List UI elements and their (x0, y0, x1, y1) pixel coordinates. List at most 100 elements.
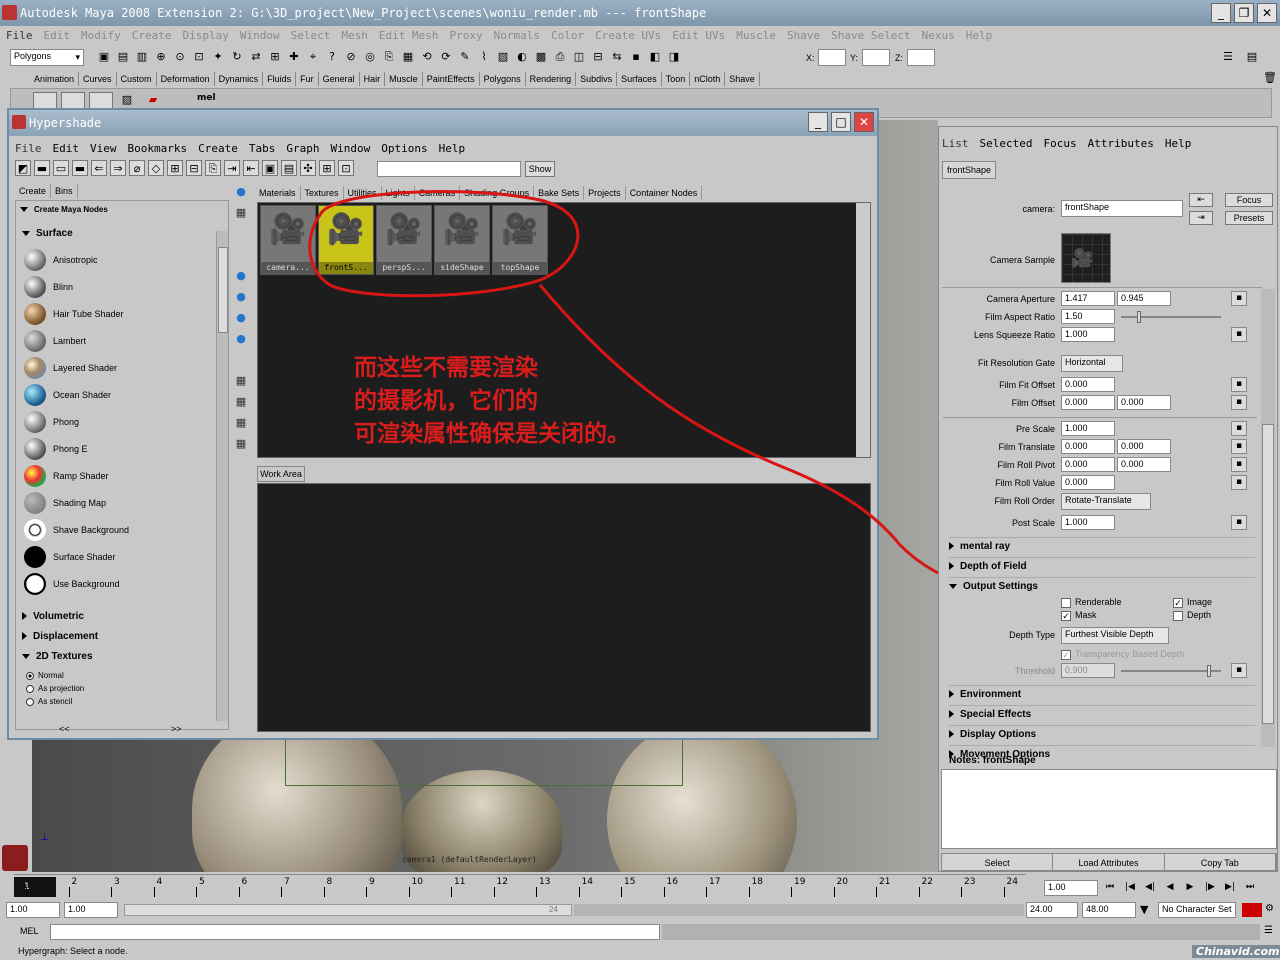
status-tool-icon[interactable]: ⌇ (476, 49, 492, 65)
hs-left-tab-bins[interactable]: Bins (51, 184, 78, 198)
map-button[interactable]: ▪ (1231, 475, 1247, 490)
chevron-down-icon[interactable]: ▼ (1140, 903, 1148, 916)
hs-tool-icon[interactable]: ⊞ (319, 160, 335, 176)
hs-tool-icon[interactable]: ◇ (148, 160, 164, 176)
map-button[interactable]: ▪ (1231, 291, 1247, 306)
hs-menu-item-3[interactable]: Bookmarks (128, 142, 188, 155)
mode-selector[interactable]: Polygons ▾ (10, 49, 84, 66)
show-button[interactable]: Show (525, 161, 555, 177)
attr-field[interactable]: 0.000 (1061, 439, 1115, 454)
map-button[interactable]: ▪ (1231, 395, 1247, 410)
preferences-icon[interactable]: ⚙ (1265, 903, 1274, 914)
transparency-depth-checkbox[interactable]: ✓ Transparency Based Depth (1061, 649, 1184, 660)
trash-icon[interactable]: 🗑 (1262, 70, 1278, 86)
volumetric-header[interactable]: Volumetric (22, 611, 84, 622)
surface-node-shave-background[interactable]: Shave Background (24, 516, 204, 543)
surface-node-surface-shader[interactable]: Surface Shader (24, 543, 204, 570)
channel-box-icon[interactable]: ☰ (1220, 49, 1236, 65)
menu-item-5[interactable]: Window (240, 29, 280, 42)
ae-menu-item-3[interactable]: Attributes (1088, 137, 1154, 150)
attr-field-2[interactable]: 0.000 (1117, 395, 1171, 410)
hs-tool-icon[interactable]: ▤ (281, 160, 297, 176)
side-strip-icon[interactable]: ● (233, 310, 249, 326)
section-environment[interactable]: Environment (949, 685, 1255, 703)
current-time-field[interactable]: 1.00 (1044, 880, 1098, 896)
playback-button-icon[interactable]: |◀ (1122, 879, 1138, 895)
shelf-tab-fur[interactable]: Fur (296, 72, 319, 86)
image-checkbox[interactable]: ✓ Image (1173, 597, 1212, 608)
camera-area-scrollbar[interactable] (856, 203, 870, 457)
camera-swatch-3[interactable]: 🎥 sideShape (434, 205, 490, 275)
notes-field[interactable] (941, 769, 1277, 849)
surface-node-ocean-shader[interactable]: Ocean Shader (24, 381, 204, 408)
hs-tool-icon[interactable]: ⇤ (243, 160, 259, 176)
output-connection-button[interactable]: ⇥ (1189, 211, 1213, 225)
hs-menu-item-5[interactable]: Tabs (249, 142, 276, 155)
ae-menu-item-4[interactable]: Help (1165, 137, 1192, 150)
surface-node-anisotropic[interactable]: Anisotropic (24, 246, 204, 273)
map-button[interactable]: ▪ (1231, 377, 1247, 392)
attr-field[interactable]: 1.000 (1061, 515, 1115, 530)
playback-button-icon[interactable]: ⏭ (1242, 879, 1258, 895)
work-area[interactable] (257, 483, 871, 732)
status-tool-icon[interactable]: ✎ (457, 49, 473, 65)
shelf-tab-animation[interactable]: Animation (30, 72, 80, 86)
status-tool-icon[interactable]: ⊘ (343, 49, 359, 65)
map-button[interactable]: ▪ (1231, 439, 1247, 454)
2d-textures-header[interactable]: 2D Textures (22, 651, 93, 662)
menu-item-8[interactable]: Edit Mesh (379, 29, 439, 42)
side-strip-icon[interactable]: ● (233, 289, 249, 305)
nav-right-button[interactable]: >> (171, 724, 182, 734)
shelf-mel-label[interactable]: mel (197, 93, 216, 103)
status-tool-icon[interactable]: ▦ (400, 49, 416, 65)
y-field[interactable] (862, 49, 890, 66)
maximize-button[interactable]: ❐ (1234, 3, 1254, 23)
mask-checkbox[interactable]: ✓ Mask (1061, 610, 1097, 621)
hs-menu-item-1[interactable]: Edit (53, 142, 80, 155)
ae-menu-item-0[interactable]: List (942, 137, 969, 150)
hs-tool-icon[interactable]: ▬ (72, 160, 88, 176)
hs-menu-item-2[interactable]: View (90, 142, 117, 155)
attr-field[interactable]: 1.000 (1061, 421, 1115, 436)
depth-checkbox[interactable]: Depth (1173, 610, 1211, 621)
attr-field-2[interactable]: 0.000 (1117, 439, 1171, 454)
hs-tool-icon[interactable]: ▣ (262, 160, 278, 176)
time-slider[interactable]: 1 23456789101112131415161718192021222324 (14, 874, 1026, 898)
attr-field[interactable]: 0.000 (1061, 457, 1115, 472)
attr-field-2[interactable]: 0.945 (1117, 291, 1171, 306)
hs-tool-icon[interactable]: ✣ (300, 160, 316, 176)
shelf-tab-rendering[interactable]: Rendering (526, 72, 577, 86)
attr-field[interactable]: 0.000 (1061, 475, 1115, 490)
status-tool-icon[interactable]: ⊕ (153, 49, 169, 65)
ae-node-tab[interactable]: frontShape (942, 161, 996, 179)
surface-node-blinn[interactable]: Blinn (24, 273, 204, 300)
playback-button-icon[interactable]: ◀| (1142, 879, 1158, 895)
menu-item-16[interactable]: Shave Select (831, 29, 910, 42)
ae-menu-item-2[interactable]: Focus (1043, 137, 1076, 150)
hs-tool-icon[interactable]: ⊞ (167, 160, 183, 176)
hs-top-tab-shading-groups[interactable]: Shading Groups (460, 186, 535, 200)
surface-node-layered-shader[interactable]: Layered Shader (24, 354, 204, 381)
side-strip-icon[interactable]: ● (233, 268, 249, 284)
presets-button[interactable]: Presets (1225, 211, 1273, 225)
menu-item-3[interactable]: Create (132, 29, 172, 42)
side-strip-icon[interactable]: ● (233, 184, 249, 200)
work-area-tab[interactable]: Work Area (257, 466, 305, 482)
lipstick-icon[interactable]: ▰ (145, 92, 161, 108)
layer-editor-icon[interactable]: ▤ (1244, 49, 1260, 65)
status-tool-icon[interactable]: ⇄ (248, 49, 264, 65)
status-tool-icon[interactable]: ◨ (666, 49, 682, 65)
hs-tool-icon[interactable]: ⌀ (129, 160, 145, 176)
menu-item-15[interactable]: Shave (787, 29, 820, 42)
menu-item-9[interactable]: Proxy (449, 29, 482, 42)
menu-item-6[interactable]: Select (291, 29, 331, 42)
end-time-field[interactable]: 48.00 (1082, 902, 1136, 918)
status-tool-icon[interactable]: ▪ (628, 49, 644, 65)
status-tool-icon[interactable]: ▩ (533, 49, 549, 65)
z-field[interactable] (907, 49, 935, 66)
shelf-tab-subdivs[interactable]: Subdivs (576, 72, 618, 86)
attr-field[interactable]: 1.417 (1061, 291, 1115, 306)
shelf-tab-toon[interactable]: Toon (662, 72, 691, 86)
side-strip-icon[interactable] (233, 352, 249, 368)
surface-node-shading-map[interactable]: Shading Map (24, 489, 204, 516)
